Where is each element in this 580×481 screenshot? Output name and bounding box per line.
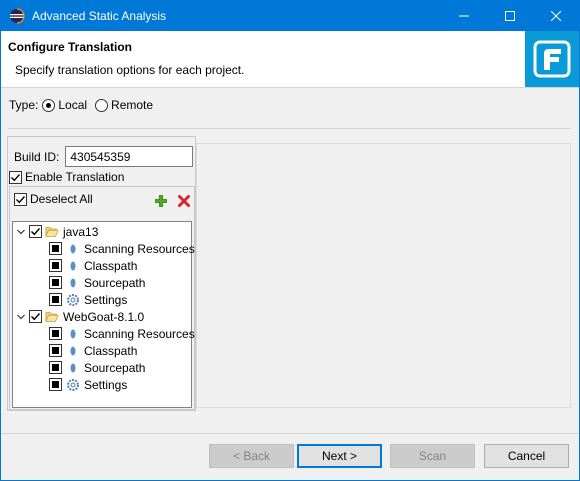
fortify-logo-icon — [533, 40, 571, 78]
maximize-button[interactable] — [487, 1, 533, 31]
page-description: Specify translation options for each pro… — [15, 63, 245, 77]
details-panel — [196, 143, 571, 408]
minimize-icon — [459, 15, 469, 17]
tree-child-node[interactable]: Sourcepath — [49, 359, 145, 376]
scan-button[interactable]: Scan — [390, 444, 475, 468]
checkmark-icon — [31, 228, 41, 236]
partial-checkbox[interactable] — [49, 242, 62, 255]
checkmark-icon — [11, 173, 21, 181]
child-label: Sourcepath — [84, 360, 146, 375]
page-title: Configure Translation — [8, 40, 133, 54]
divider — [1, 433, 579, 434]
type-local-label: Local — [58, 98, 88, 112]
classpath-icon — [70, 346, 76, 355]
sourcepath-icon — [70, 278, 76, 287]
minimize-button[interactable] — [441, 1, 487, 31]
gear-icon — [67, 378, 79, 391]
project-panel: Build ID: Enable Translation Deselect Al… — [7, 136, 196, 411]
folder-open-icon — [45, 311, 59, 322]
radio-indicator[interactable] — [42, 98, 56, 112]
dialog-window: Advanced Static Analysis Configure Trans… — [0, 0, 580, 481]
tree-project-node[interactable]: WebGoat-8.1.0 — [16, 308, 144, 325]
enable-translation-checkbox[interactable]: Enable Translation — [9, 170, 124, 184]
project-name: WebGoat-8.1.0 — [63, 309, 145, 324]
project-tree-group: Deselect All java13 Scanning Resources C… — [9, 186, 195, 410]
child-label: Scanning Resources — [84, 241, 195, 256]
deselect-all-checkbox[interactable]: Deselect All — [14, 192, 93, 206]
next-button[interactable]: Next > — [297, 444, 382, 468]
child-label: Sourcepath — [84, 275, 146, 290]
type-remote-radio[interactable]: Remote — [95, 98, 153, 112]
child-label: Classpath — [84, 258, 138, 273]
radio-indicator[interactable] — [95, 98, 109, 112]
project-tree[interactable]: java13 Scanning Resources Classpath Sour… — [12, 221, 195, 408]
project-name: java13 — [63, 224, 99, 239]
tree-project-node[interactable]: java13 — [16, 223, 98, 240]
cancel-button[interactable]: Cancel — [484, 444, 569, 468]
close-button[interactable] — [533, 1, 579, 31]
chevron-down-icon[interactable] — [16, 227, 26, 237]
wizard-header: Configure Translation Specify translatio… — [1, 31, 579, 88]
type-selector: Type: Local Remote — [9, 98, 161, 112]
partial-checkbox[interactable] — [49, 361, 62, 374]
folder-open-icon — [45, 226, 59, 237]
tree-child-node[interactable]: Settings — [49, 376, 127, 393]
partial-checkbox[interactable] — [49, 293, 62, 306]
child-label: Classpath — [84, 343, 138, 358]
partial-checkbox[interactable] — [49, 378, 62, 391]
partial-checkbox[interactable] — [49, 276, 62, 289]
gear-icon — [67, 293, 79, 306]
tree-child-node[interactable]: Scanning Resources — [49, 240, 195, 257]
project-checkbox[interactable] — [29, 225, 42, 238]
classpath-icon — [70, 261, 76, 270]
maximize-icon — [505, 11, 515, 21]
resource-icon — [70, 244, 76, 253]
divider — [8, 128, 571, 129]
project-checkbox[interactable] — [29, 310, 42, 323]
build-id-row: Build ID: — [14, 146, 194, 167]
window-title: Advanced Static Analysis — [32, 9, 167, 23]
tree-child-node[interactable]: Sourcepath — [49, 274, 145, 291]
partial-checkbox[interactable] — [49, 344, 62, 357]
chevron-down-icon[interactable] — [16, 312, 26, 322]
build-id-label: Build ID: — [14, 149, 60, 164]
tree-child-node[interactable]: Classpath — [49, 342, 137, 359]
type-label: Type: — [9, 98, 39, 112]
title-bar[interactable]: Advanced Static Analysis — [1, 1, 579, 31]
back-button[interactable]: < Back — [209, 444, 294, 468]
partial-checkbox[interactable] — [49, 327, 62, 340]
type-remote-label: Remote — [111, 98, 154, 112]
enable-translation-label: Enable Translation — [25, 170, 125, 184]
build-id-input[interactable] — [65, 146, 194, 167]
close-icon — [551, 11, 561, 21]
add-icon[interactable] — [155, 195, 167, 207]
sourcepath-icon — [70, 363, 76, 372]
child-label: Settings — [84, 292, 128, 307]
tree-child-node[interactable]: Settings — [49, 291, 127, 308]
checkmark-icon — [16, 195, 26, 203]
checkmark-icon — [31, 313, 41, 321]
resource-icon — [70, 329, 76, 338]
checkbox-box[interactable] — [14, 192, 27, 206]
type-local-radio[interactable]: Local — [42, 98, 87, 112]
tree-child-node[interactable]: Classpath — [49, 257, 137, 274]
checkbox-box[interactable] — [9, 170, 22, 184]
eclipse-icon — [10, 8, 25, 24]
partial-checkbox[interactable] — [49, 259, 62, 272]
child-label: Scanning Resources — [84, 326, 195, 341]
child-label: Settings — [84, 377, 128, 392]
tree-child-node[interactable]: Scanning Resources — [49, 325, 195, 342]
fortify-logo — [525, 31, 579, 87]
remove-icon[interactable] — [178, 195, 190, 207]
deselect-all-label: Deselect All — [30, 192, 93, 206]
